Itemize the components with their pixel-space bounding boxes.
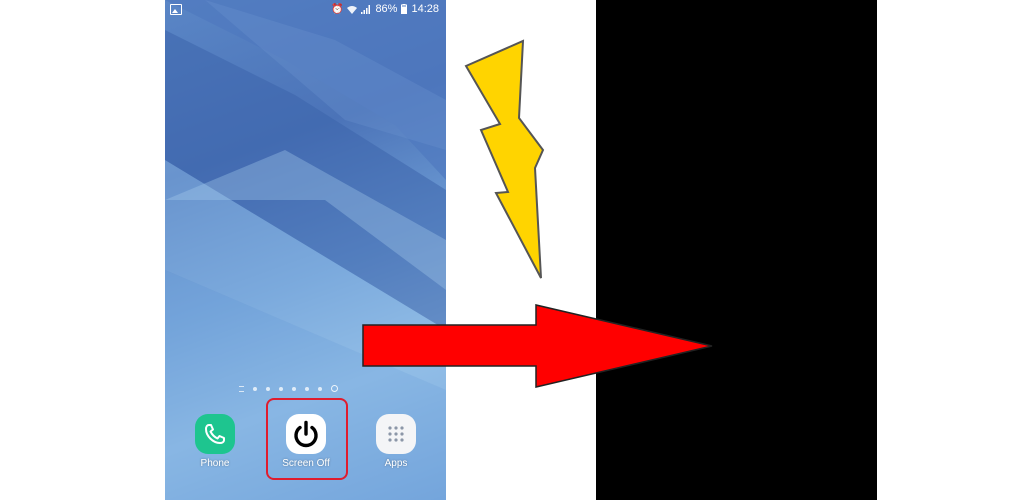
illustration-overlay [362, 39, 713, 388]
lightning-bolt-icon [464, 39, 545, 279]
arrow-right-icon [362, 304, 713, 388]
